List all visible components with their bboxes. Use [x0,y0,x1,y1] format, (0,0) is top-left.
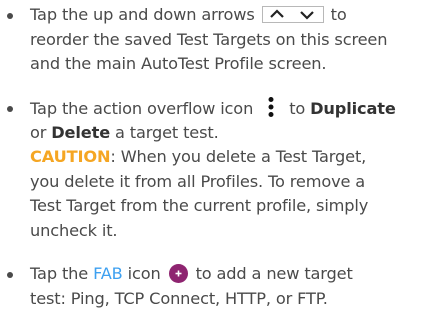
list-item-text: Tap the FAB icon to add a new target tes… [30,262,439,311]
bullet [7,272,13,278]
caution-label: CAUTION [30,147,111,166]
duplicate-term: Duplicate [310,99,396,118]
text-line: and the main AutoTest Profile screen. [30,54,327,73]
list-item-text: Tap the up and down arrows to reorder th… [30,3,439,77]
text-span: or [30,122,47,142]
text-span: a target test. [115,122,219,142]
text-span: : When you delete a Test Target, [110,147,367,166]
fab-link[interactable]: FAB [93,264,123,283]
text-span: to [330,5,347,24]
text-span: Tap the [30,264,89,283]
text-line: reorder the saved Test Targets on this s… [30,29,388,49]
text-line: test: Ping, TCP Connect, HTTP, or FTP. [30,288,328,308]
vertical-dots-icon [261,96,281,118]
text-line: uncheck it. [30,220,118,240]
text-span: Tap the action overflow icon [30,99,254,118]
delete-term: Delete [51,122,111,142]
text-line: Test Target from the current profile, si… [30,196,369,215]
text-line: you delete it from all Profiles. To remo… [30,171,366,191]
text-span: icon [127,264,161,283]
fab-plus-icon [168,264,188,283]
text-span: to [289,99,306,118]
bullet [7,13,13,19]
text-span: Tap the up and down arrows [30,5,255,24]
text-span: to add a new target [195,264,353,283]
up-down-arrows-icon [261,6,324,23]
list-item-text: Tap the action overflow icon to Duplicat… [30,96,439,243]
bullet [7,106,13,112]
